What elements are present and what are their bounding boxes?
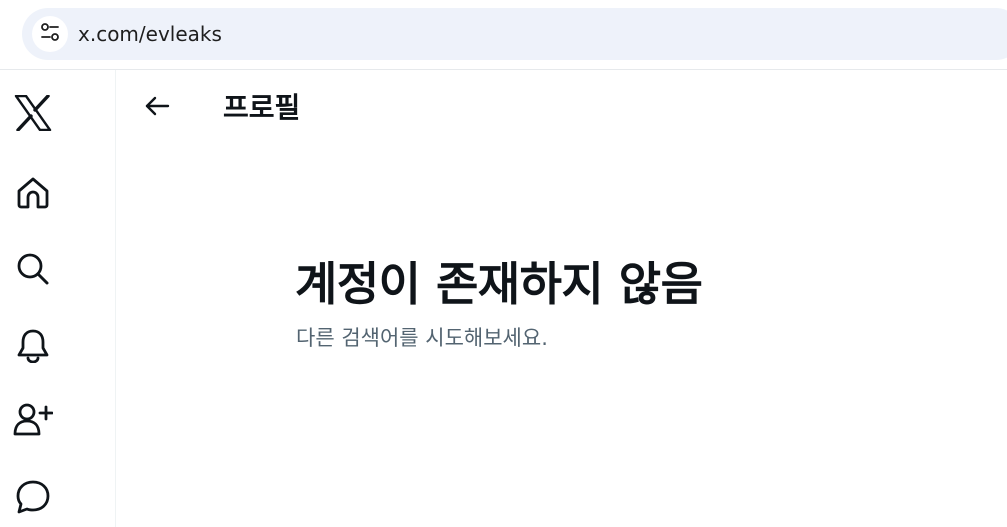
address-bar[interactable]: x.com/evleaks: [22, 8, 1007, 60]
empty-state-title: 계정이 존재하지 않음: [295, 257, 703, 311]
arrow-left-icon: [144, 95, 170, 121]
chat-bubble-icon: [15, 479, 51, 515]
nav-search-button[interactable]: [8, 244, 58, 294]
home-icon: [15, 175, 51, 211]
nav-messages-button[interactable]: [8, 472, 58, 522]
site-info-button[interactable]: [32, 16, 68, 52]
url-text[interactable]: x.com/evleaks: [78, 21, 222, 47]
tune-icon: [39, 21, 61, 47]
back-button[interactable]: [137, 88, 177, 128]
page-title: 프로필: [223, 91, 301, 124]
empty-state-subtitle: 다른 검색어를 시도해보세요.: [296, 326, 548, 350]
x-logo-button[interactable]: [8, 88, 58, 138]
bell-icon: [15, 327, 51, 363]
nav-home-button[interactable]: [8, 168, 58, 218]
person-add-icon: [13, 401, 53, 437]
x-logo-icon: [14, 95, 52, 131]
search-icon: [15, 251, 51, 287]
nav-notifications-button[interactable]: [8, 320, 58, 370]
main-column: 프로필 계정이 존재하지 않음 다른 검색어를 시도해보세요.: [117, 70, 1007, 527]
browser-toolbar: x.com/evleaks: [0, 0, 1007, 70]
nav-follow-button[interactable]: [8, 394, 58, 444]
left-nav: [0, 70, 116, 527]
